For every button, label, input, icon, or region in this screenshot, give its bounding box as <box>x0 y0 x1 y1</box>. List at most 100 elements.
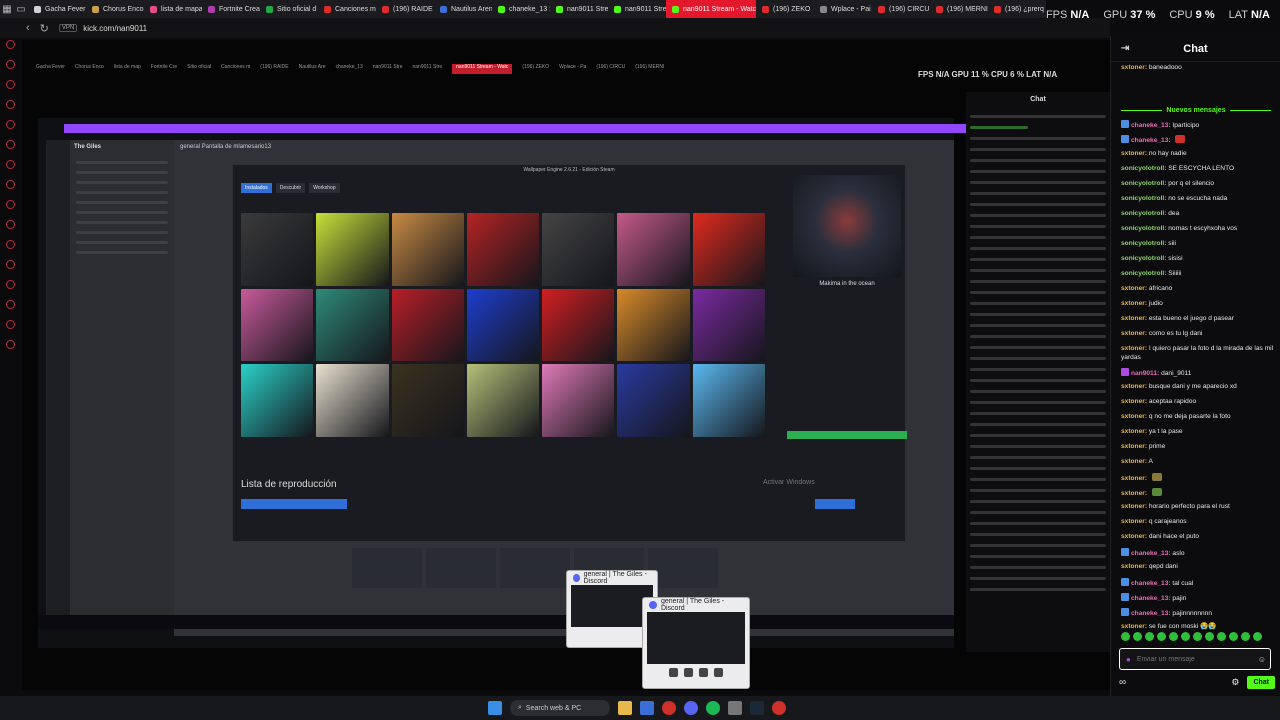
browser-tab[interactable]: chaneke_13 S <box>492 0 550 18</box>
browser-tab[interactable]: (196) ¿prerq <box>988 0 1046 18</box>
chat-username[interactable]: chaneke_13: <box>1131 137 1171 144</box>
chat-username[interactable]: chaneke_13: <box>1131 550 1171 557</box>
chat-username[interactable]: sxtoner: <box>1121 330 1147 337</box>
chat-username[interactable]: sxtoner: <box>1121 503 1147 510</box>
emote-icon[interactable] <box>1169 632 1178 641</box>
extension-icon[interactable] <box>5 140 15 149</box>
vpn-badge[interactable]: VPN <box>58 24 78 32</box>
emote-icon[interactable] <box>1145 632 1154 641</box>
chat-username[interactable]: sxtoner: <box>1121 398 1147 405</box>
chat-username[interactable]: sonicyolotroll: <box>1121 210 1166 217</box>
extension-icon[interactable] <box>5 100 15 109</box>
extension-icon[interactable] <box>5 200 15 209</box>
emote-icon[interactable] <box>1241 632 1250 641</box>
emote-icon[interactable] <box>1217 632 1226 641</box>
chat-username[interactable]: sonicyolotroll: <box>1121 255 1166 262</box>
chat-username[interactable]: sxtoner: <box>1121 383 1147 390</box>
chat-username[interactable]: sxtoner: <box>1121 413 1147 420</box>
steam-icon[interactable] <box>750 701 764 715</box>
disconnect-icon[interactable] <box>714 668 723 677</box>
browser-tab[interactable]: Sitio oficial d <box>260 0 318 18</box>
chat-username[interactable]: sonicyolotroll: <box>1121 195 1166 202</box>
extension-icon[interactable] <box>5 60 15 69</box>
windows-start-icon[interactable] <box>488 701 502 715</box>
emote-icon[interactable] <box>1133 632 1142 641</box>
chat-username[interactable]: sxtoner: <box>1121 518 1147 525</box>
browser-tab[interactable]: (196) CIRCU <box>872 0 930 18</box>
discord-preview-popup[interactable]: general | The Giles - Discord <box>642 597 750 689</box>
browser-tab[interactable]: Nautilus Aren <box>434 0 492 18</box>
page-icon[interactable]: ▭ <box>14 0 28 18</box>
extension-icon[interactable] <box>5 260 15 269</box>
emote-icon[interactable] <box>1157 632 1166 641</box>
chat-username[interactable]: chaneke_13: <box>1131 122 1171 129</box>
chat-username[interactable]: sxtoner: <box>1121 533 1147 540</box>
chat-username[interactable]: sxtoner: <box>1121 64 1147 71</box>
emote-icon[interactable] <box>1121 632 1130 641</box>
send-chat-button[interactable]: Chat <box>1247 675 1275 689</box>
browser-tab[interactable]: (196) RAIDE <box>376 0 434 18</box>
browser-tab[interactable]: (196) MERNI <box>930 0 988 18</box>
browser-tab[interactable]: nan9011 Stre <box>550 0 608 18</box>
extension-icon[interactable] <box>5 80 15 89</box>
browser-tab[interactable]: Gacha Fever <box>28 0 86 18</box>
gear-icon[interactable]: ⚙ <box>1231 677 1239 688</box>
browser-tab[interactable]: Canciones m <box>318 0 376 18</box>
taskbar-search[interactable]: ⌕ Search web & PC <box>510 700 610 716</box>
emote-icon[interactable] <box>1181 632 1190 641</box>
mic-icon[interactable] <box>684 668 693 677</box>
store-icon[interactable] <box>640 701 654 715</box>
extension-icon[interactable] <box>5 340 15 349</box>
chat-username[interactable]: chaneke_13: <box>1131 610 1171 617</box>
camera-icon[interactable] <box>669 668 678 677</box>
browser-tab[interactable]: Wplace - Pai <box>814 0 872 18</box>
grid-icon[interactable]: ▦ <box>0 0 14 18</box>
chat-username[interactable]: sxtoner: <box>1121 300 1147 307</box>
extension-icon[interactable] <box>5 280 15 289</box>
chat-message-list[interactable]: Nuevos mensajes sxtoner: baneadooo chanek… <box>1111 62 1280 650</box>
spotify-icon[interactable] <box>706 701 720 715</box>
chat-username[interactable]: sxtoner: <box>1121 428 1147 435</box>
emote-picker-icon[interactable]: ☺ <box>1258 655 1270 664</box>
collapse-chat-icon[interactable]: ⇥ <box>1121 43 1129 54</box>
back-icon[interactable]: ‹ <box>26 22 30 34</box>
chat-username[interactable]: sonicyolotroll: <box>1121 240 1166 247</box>
chat-username[interactable]: sxtoner: <box>1121 150 1147 157</box>
extension-icon[interactable] <box>5 180 15 189</box>
headphones-icon[interactable] <box>699 668 708 677</box>
browser-tab[interactable]: nan9011 Stre <box>608 0 666 18</box>
opera-icon[interactable] <box>662 701 676 715</box>
browser-tab[interactable]: Fortnite Crea <box>202 0 260 18</box>
chat-username[interactable]: sxtoner: <box>1121 490 1147 497</box>
chat-username[interactable]: sxtoner: <box>1121 345 1147 352</box>
chat-username[interactable]: nan9011: <box>1131 370 1159 377</box>
chat-username[interactable]: sonicyolotroll: <box>1121 270 1166 277</box>
chat-username[interactable]: sxtoner: <box>1121 563 1147 570</box>
extension-icon[interactable] <box>5 40 15 49</box>
chat-username[interactable]: chaneke_13: <box>1131 595 1171 602</box>
chrome-icon[interactable] <box>772 701 786 715</box>
extension-icon[interactable] <box>5 240 15 249</box>
chat-username[interactable]: chaneke_13: <box>1131 580 1171 587</box>
extension-icon[interactable] <box>5 160 15 169</box>
calculator-icon[interactable] <box>728 701 742 715</box>
browser-tab[interactable]: nan9011 Stream - Watch <box>666 0 756 18</box>
extension-icon[interactable] <box>5 300 15 309</box>
chat-input[interactable] <box>1136 655 1252 663</box>
chat-username[interactable]: sxtoner: <box>1121 475 1147 482</box>
chat-username[interactable]: sonicyolotroll: <box>1121 165 1166 172</box>
mic-icon[interactable]: ● <box>1126 655 1131 664</box>
chat-username[interactable]: sxtoner: <box>1121 623 1147 630</box>
browser-tab[interactable]: Chorus Enco <box>86 0 144 18</box>
file-explorer-icon[interactable] <box>618 701 632 715</box>
chat-username[interactable]: sxtoner: <box>1121 315 1147 322</box>
chat-username[interactable]: sonicyolotroll: <box>1121 180 1166 187</box>
url-field[interactable]: VPN kick.com/nan9011 <box>58 24 147 33</box>
chat-username[interactable]: sonicyolotroll: <box>1121 225 1166 232</box>
extension-icon[interactable] <box>5 120 15 129</box>
chat-username[interactable]: sxtoner: <box>1121 285 1147 292</box>
emote-icon[interactable] <box>1253 632 1262 641</box>
chat-input-box[interactable]: ● ☺ <box>1119 648 1271 670</box>
browser-tab[interactable]: lista de mapa <box>144 0 202 18</box>
extension-icon[interactable] <box>5 320 15 329</box>
